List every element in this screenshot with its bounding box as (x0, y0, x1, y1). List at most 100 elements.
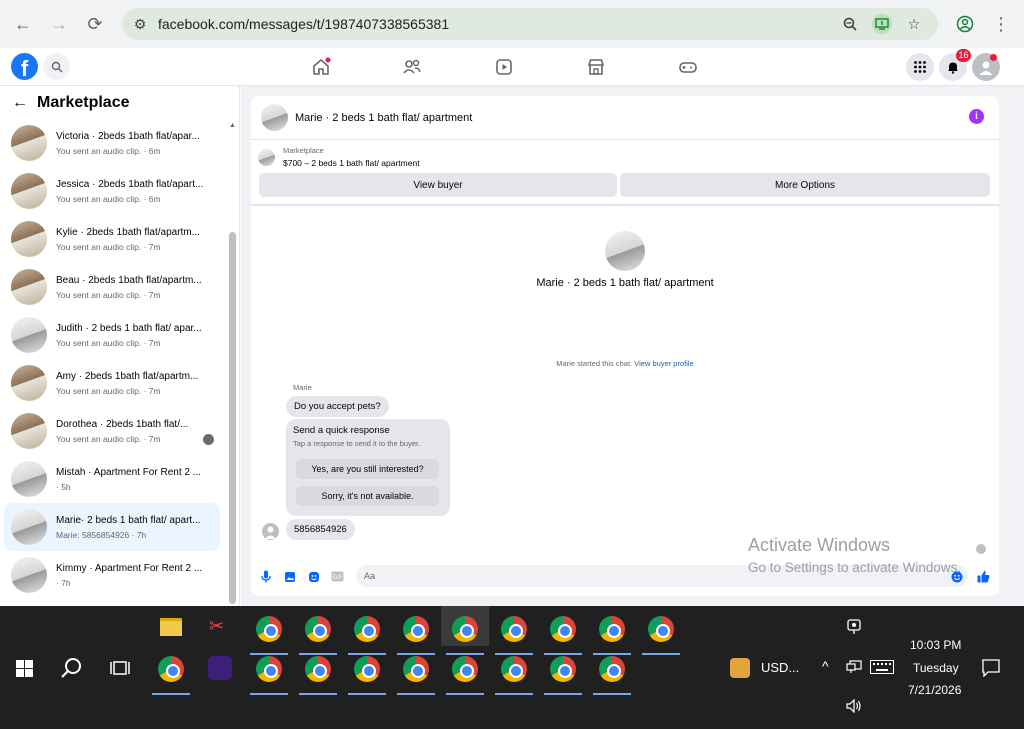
sidebar-thread[interactable]: Mistah · Apartment For Rent 2 ... · 5h (4, 455, 220, 503)
back-icon[interactable]: ← (5, 6, 41, 42)
view-buyer-profile-link[interactable]: View buyer profile (634, 359, 693, 368)
taskbar-search-icon[interactable] (60, 656, 84, 685)
chrome-taskbar-icon[interactable] (501, 616, 527, 642)
taskbar-running-indicator (495, 693, 533, 695)
taskbar-running-indicator (593, 653, 631, 655)
photo-icon[interactable] (283, 570, 296, 583)
sidebar-thread[interactable]: Dorothea · 2beds 1bath flat/... You sent … (4, 407, 220, 455)
taskbar-running-indicator (348, 693, 386, 695)
clock-day[interactable]: Tuesday (913, 661, 959, 675)
chrome-taskbar-icon[interactable] (256, 656, 282, 682)
microphone-icon[interactable] (259, 570, 272, 583)
video-tab-icon[interactable] (493, 56, 515, 78)
bookmark-star-icon[interactable]: ☆ (904, 14, 924, 34)
chrome-taskbar-icon[interactable] (501, 656, 527, 682)
sidebar-thread[interactable]: Judith · 2 beds 1 bath flat/ apar... You … (4, 311, 220, 359)
thread-subtitle: · 7h (56, 577, 71, 588)
thread-title: Judith · 2 beds 1 bath flat/ apar... (56, 322, 202, 334)
gif-icon[interactable]: GIF (331, 570, 344, 583)
chrome-taskbar-icon[interactable] (599, 616, 625, 642)
chrome-taskbar-icon[interactable] (550, 656, 576, 682)
sidebar-thread[interactable]: Amy · 2beds 1bath flat/apartm... You sent… (4, 359, 220, 407)
taskbar-running-indicator (299, 693, 337, 695)
facebook-logo-icon[interactable]: f (11, 53, 38, 80)
chrome-taskbar-icon[interactable] (648, 616, 674, 642)
marketplace-tab-icon[interactable] (585, 56, 607, 78)
listing-thumbnail[interactable] (261, 104, 288, 131)
thread-title: Mistah · Apartment For Rent 2 ... (56, 466, 202, 478)
gaming-tab-icon[interactable] (677, 56, 699, 78)
friends-tab-icon[interactable] (401, 56, 423, 78)
reload-icon[interactable]: ⟳ (77, 6, 113, 42)
clock-date[interactable]: 7/21/2026 (908, 683, 961, 697)
home-tab-icon[interactable] (310, 56, 332, 78)
sidebar-thread[interactable]: Kimmy · Apartment For Rent 2 ... · 7h (4, 551, 220, 599)
view-buyer-button[interactable]: View buyer (259, 173, 617, 197)
more-options-button[interactable]: More Options (620, 173, 990, 197)
sidebar-thread[interactable]: Kylie · 2beds 1bath flat/apartm... You se… (4, 215, 220, 263)
keyboard-icon[interactable] (870, 660, 894, 679)
sidebar-thread[interactable]: Marie· 2 beds 1 bath flat/ apart... Marie… (4, 503, 220, 551)
thread-title: Amy · 2beds 1bath flat/apartm... (56, 370, 199, 382)
forward-icon[interactable]: → (41, 6, 77, 42)
chrome-taskbar-icon[interactable] (256, 616, 282, 642)
thread-thumbnail (11, 365, 47, 401)
network-icon[interactable] (846, 660, 862, 679)
address-bar[interactable]: ⚙ facebook.com/messages/t/19874073385653… (122, 8, 938, 40)
sidebar-scroll-thumb[interactable] (229, 232, 236, 604)
chrome-taskbar-icon[interactable] (305, 656, 331, 682)
chrome-taskbar-icon[interactable] (452, 616, 478, 642)
facebook-header: f (0, 48, 1024, 86)
chrome-taskbar-icon[interactable] (452, 656, 478, 682)
stock-ticker[interactable]: USD... (761, 660, 799, 675)
sidebar-title: Marketplace (37, 94, 130, 111)
stock-widget-icon[interactable] (730, 658, 750, 678)
scroll-up-icon[interactable]: ▲ (229, 122, 236, 129)
chat-title[interactable]: Marie · 2 beds 1 bath flat/ apartment (295, 112, 472, 124)
quick-response-sorry-button[interactable]: Sorry, it's not available. (296, 486, 439, 506)
profile-icon[interactable] (947, 6, 983, 42)
thread-title: Jessica · 2beds 1bath flat/apart... (56, 178, 204, 190)
quick-response-yes-button[interactable]: Yes, are you still interested? (296, 459, 439, 479)
zoom-icon[interactable] (840, 14, 860, 34)
pinned-purple-app-icon[interactable] (208, 656, 232, 680)
search-icon[interactable] (43, 53, 70, 80)
url-text[interactable]: facebook.com/messages/t/1987407338565381 (158, 16, 449, 32)
thread-subtitle: · 5h (56, 481, 71, 492)
menu-grid-icon[interactable] (906, 53, 934, 81)
thread-thumbnail (11, 221, 47, 257)
taskbar-running-indicator (446, 693, 484, 695)
task-view-icon[interactable] (110, 659, 130, 682)
thread-thumbnail (11, 125, 47, 161)
chrome-taskbar-icon[interactable] (599, 656, 625, 682)
meeting-icon[interactable] (846, 618, 862, 641)
action-center-icon[interactable] (982, 659, 1000, 682)
browser-toolbar: ← → ⟳ ⚙ facebook.com/messages/t/19874073… (0, 0, 1024, 48)
like-icon[interactable] (977, 570, 990, 583)
info-icon[interactable]: i (969, 109, 984, 124)
thread-thumbnail (11, 461, 47, 497)
pinned-app-icon[interactable]: ✂ (209, 616, 224, 637)
activate-windows-title: Activate Windows (748, 535, 891, 555)
back-arrow-icon[interactable]: ← (12, 94, 28, 112)
sidebar-thread[interactable]: Victoria · 2beds 1bath flat/apar... You s… (4, 119, 220, 167)
clock-time[interactable]: 10:03 PM (910, 638, 961, 652)
chrome-taskbar-icon[interactable] (550, 616, 576, 642)
file-explorer-icon[interactable] (160, 618, 182, 636)
chrome-taskbar-icon[interactable] (403, 656, 429, 682)
taskbar-running-indicator (544, 653, 582, 655)
sidebar-thread[interactable]: Jessica · 2beds 1bath flat/apart... You s… (4, 167, 220, 215)
volume-icon[interactable] (846, 698, 862, 718)
chrome-taskbar-icon[interactable] (354, 656, 380, 682)
chrome-taskbar-icon[interactable] (403, 616, 429, 642)
windows-start-icon[interactable] (16, 660, 33, 677)
sticker-icon[interactable] (307, 570, 320, 583)
chrome-taskbar-icon[interactable] (354, 616, 380, 642)
install-app-icon[interactable] (872, 14, 892, 34)
sidebar-thread[interactable]: Beau · 2beds 1bath flat/apartm... You sen… (4, 263, 220, 311)
chrome-taskbar-icon[interactable] (158, 656, 184, 682)
site-settings-icon[interactable]: ⚙ (130, 14, 150, 34)
chrome-taskbar-icon[interactable] (305, 616, 331, 642)
tray-chevron-icon[interactable]: ^ (822, 658, 829, 674)
browser-menu-icon[interactable]: ⋮ (983, 6, 1019, 42)
